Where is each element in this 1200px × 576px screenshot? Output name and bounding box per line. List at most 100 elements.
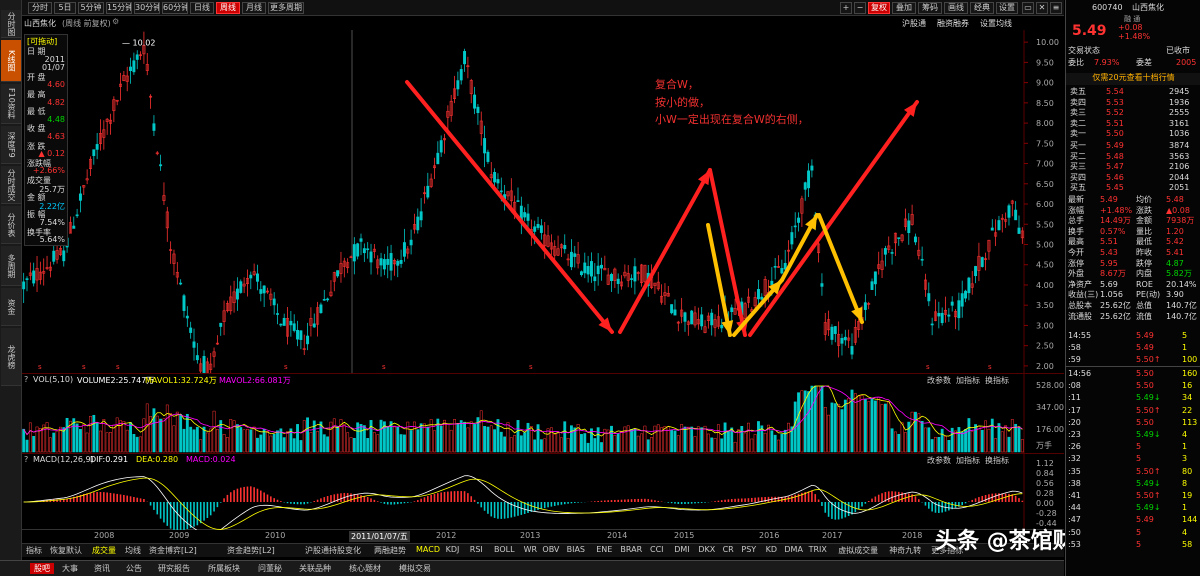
vol-bar bbox=[559, 437, 563, 453]
period-button[interactable]: 15分钟 bbox=[106, 2, 132, 14]
vol-switch-indicator[interactable]: 换指标 bbox=[985, 375, 1009, 386]
sidebar-tab[interactable]: 分价表 bbox=[1, 206, 21, 244]
stat-row-cell: 8.67万 bbox=[1100, 269, 1126, 279]
sidebar-tab[interactable]: 深度F9 bbox=[1, 126, 21, 164]
drag-info-box[interactable]: [可拖动] 日 期 2011 01/07 开 盘 4.60 最 高 4.82 最 低 4.48 收 … bbox=[24, 34, 68, 246]
period-button[interactable]: 60分钟 bbox=[162, 2, 188, 14]
bottom-tab[interactable]: 大事 bbox=[62, 563, 78, 574]
indicator-tab[interactable]: KD bbox=[766, 545, 777, 554]
vol-bar bbox=[693, 436, 697, 453]
toolbar-right-button[interactable]: 经典 bbox=[970, 2, 994, 14]
candle-body bbox=[459, 69, 463, 81]
sidebar-tab[interactable]: K线图 bbox=[1, 40, 21, 82]
vol-bar bbox=[763, 432, 767, 453]
close-icon[interactable]: ✕ bbox=[1036, 2, 1048, 14]
indicator-tab[interactable]: 成交量 bbox=[92, 545, 116, 556]
period-button[interactable]: 分时 bbox=[28, 2, 52, 14]
toolbar-right-button[interactable]: 复权 bbox=[868, 2, 890, 14]
period-button[interactable]: 30分钟 bbox=[134, 2, 160, 14]
minimize-icon[interactable]: ▭ bbox=[1022, 2, 1034, 14]
sidebar-tab[interactable]: 资金 bbox=[1, 288, 21, 326]
bottom-tab[interactable]: 问董秘 bbox=[258, 563, 282, 574]
indicator-tab[interactable]: 神奇九转 bbox=[889, 545, 921, 556]
indicator-tab[interactable]: TRIX bbox=[809, 545, 827, 554]
indicator-tab[interactable]: 恢复默认 bbox=[50, 545, 82, 556]
annotation-arrow bbox=[618, 168, 712, 334]
bottom-tab[interactable]: 资讯 bbox=[94, 563, 110, 574]
macd-add-indicator[interactable]: 加指标 bbox=[956, 455, 980, 466]
macd-panel[interactable]: 1.12 0.84 0.56 0.28 0.00 -0.28 -0.44 ? MACD(12… bbox=[22, 454, 1064, 530]
indicator-tab[interactable]: CR bbox=[723, 545, 734, 554]
indicator-tab[interactable]: 均线 bbox=[125, 545, 141, 556]
indicator-tab[interactable]: MACD bbox=[416, 545, 440, 554]
link-ma-settings[interactable]: 设置均线 bbox=[980, 18, 1012, 29]
indicator-tab[interactable]: WR bbox=[524, 545, 537, 554]
vol-bar bbox=[807, 391, 810, 453]
vol-bar bbox=[483, 426, 487, 453]
vol-edit-params[interactable]: 改参数 bbox=[927, 375, 951, 386]
bid-level-cell: 5.48 bbox=[1106, 151, 1124, 161]
period-button[interactable]: 5日 bbox=[54, 2, 76, 14]
vol-help-icon[interactable]: ? bbox=[24, 375, 28, 384]
level2-promo[interactable]: 仅需20元查看十档行情 bbox=[1066, 73, 1200, 85]
settings-icon[interactable]: ⚙ bbox=[112, 17, 119, 26]
sidebar-tab[interactable]: F10资料 bbox=[1, 84, 21, 124]
period-button[interactable]: 月线 bbox=[242, 2, 266, 14]
indicator-tab[interactable]: CCI bbox=[650, 545, 664, 554]
toolbar-right-button[interactable]: 设置 bbox=[996, 2, 1018, 14]
macd-edit-params[interactable]: 改参数 bbox=[927, 455, 951, 466]
indicator-tab[interactable]: BIAS bbox=[567, 545, 585, 554]
vol-bar bbox=[175, 411, 179, 453]
candle-body bbox=[1017, 227, 1021, 234]
period-button[interactable]: 日线 bbox=[190, 2, 214, 14]
period-button[interactable]: 5分钟 bbox=[78, 2, 104, 14]
menu-icon[interactable]: ≡ bbox=[1050, 2, 1062, 14]
vol-add-indicator[interactable]: 加指标 bbox=[956, 375, 980, 386]
sidebar-tab[interactable]: 分时图 bbox=[1, 10, 21, 38]
sidebar-tab[interactable]: 分时成交 bbox=[1, 166, 21, 204]
indicator-tab[interactable]: KDJ bbox=[446, 545, 460, 554]
macd-switch-indicator[interactable]: 换指标 bbox=[985, 455, 1009, 466]
indicator-tab[interactable]: DMA bbox=[784, 545, 803, 554]
toolbar-right-button[interactable]: 画线 bbox=[944, 2, 968, 14]
bottom-tab[interactable]: 模拟交易 bbox=[399, 563, 431, 574]
toolbar-right-button[interactable]: 筹码 bbox=[918, 2, 942, 14]
minus-button[interactable]: − bbox=[854, 2, 866, 14]
volume-panel[interactable]: 528.00 347.00 176.00 万手 ? VOL(5,10) VOLUME2… bbox=[22, 374, 1064, 454]
sidebar-tab[interactable]: 多周期 bbox=[1, 246, 21, 286]
candlestick-chart[interactable]: 10.00 9.50 9.00 8.50 8.00 7.50 7.00 6.50 6.00 5.5… bbox=[22, 30, 1064, 374]
sidebar-tab[interactable]: 龙虎榜 bbox=[1, 328, 21, 386]
macd-help-icon[interactable]: ? bbox=[24, 455, 28, 464]
bottom-tab[interactable]: 股吧 bbox=[30, 563, 54, 574]
indicator-tab[interactable]: DKX bbox=[698, 545, 715, 554]
ask-level-cell: 5.51 bbox=[1106, 118, 1124, 128]
indicator-tab[interactable]: 资金趋势[L2] bbox=[227, 545, 275, 556]
price-tick-label: 8.00 bbox=[1036, 119, 1054, 128]
candle-body bbox=[179, 282, 183, 285]
vol-bar bbox=[236, 424, 239, 453]
add-button[interactable]: + bbox=[840, 2, 852, 14]
period-button[interactable]: 更多周期 bbox=[268, 2, 304, 14]
toolbar-right-button[interactable]: 叠加 bbox=[892, 2, 916, 14]
indicator-tab[interactable]: PSY bbox=[741, 545, 756, 554]
period-button[interactable]: 周线 bbox=[216, 2, 240, 14]
link-margin[interactable]: 融资融券 bbox=[937, 18, 969, 29]
indicator-tab[interactable]: RSI bbox=[470, 545, 483, 554]
indicator-tab[interactable]: 沪股通持股变化 bbox=[305, 545, 361, 556]
indicator-tab[interactable]: DMI bbox=[674, 545, 689, 554]
indicator-tab[interactable]: 两融趋势 bbox=[374, 545, 406, 556]
indicator-tab[interactable]: 指标 bbox=[26, 545, 42, 556]
bottom-tab[interactable]: 核心题材 bbox=[349, 563, 381, 574]
bottom-tab[interactable]: 研究报告 bbox=[158, 563, 190, 574]
bottom-tab[interactable]: 所属板块 bbox=[208, 563, 240, 574]
indicator-tab[interactable]: 资金博弈[L2] bbox=[149, 545, 197, 556]
indicator-tab[interactable]: 虚拟成交量 bbox=[838, 545, 878, 556]
bottom-tab[interactable]: 公告 bbox=[126, 563, 142, 574]
indicator-tab[interactable]: OBV bbox=[542, 545, 559, 554]
vol-bar bbox=[409, 430, 413, 453]
indicator-tab[interactable]: BOLL bbox=[494, 545, 515, 554]
indicator-tab[interactable]: ENE bbox=[596, 545, 612, 554]
link-hgt[interactable]: 沪股通 bbox=[902, 18, 926, 29]
indicator-tab[interactable]: BRAR bbox=[620, 545, 642, 554]
bottom-tab[interactable]: 关联品种 bbox=[299, 563, 331, 574]
